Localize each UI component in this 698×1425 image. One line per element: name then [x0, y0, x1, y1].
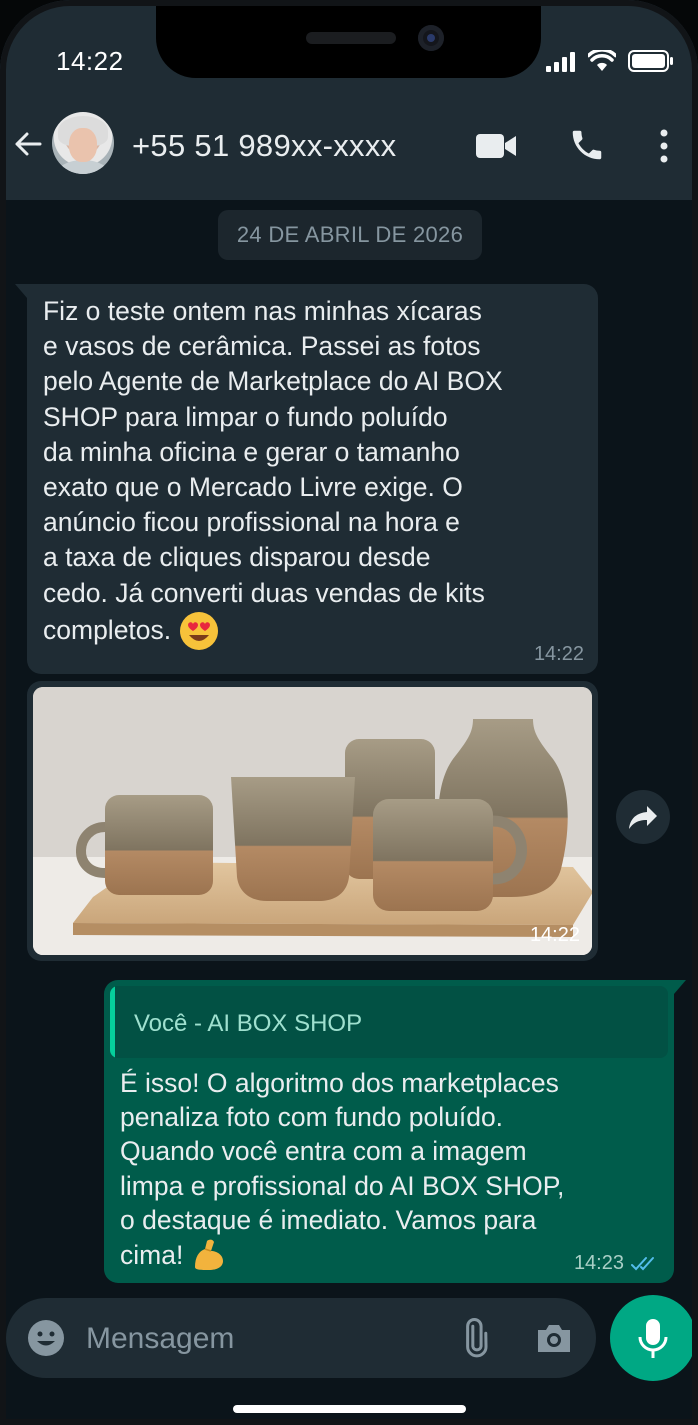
quoted-reply[interactable]: Você - AI BOX SHOP	[110, 986, 668, 1058]
wifi-icon	[588, 50, 616, 71]
microphone-icon	[638, 1319, 668, 1358]
signal-icon	[546, 52, 575, 72]
status-icons	[546, 50, 674, 72]
image-message-time: 14:22	[529, 924, 580, 946]
emoji-icon[interactable]	[26, 1318, 66, 1358]
message-input[interactable]: Mensagem	[6, 1298, 596, 1378]
attach-clip-icon[interactable]	[454, 1318, 494, 1358]
voice-message-button[interactable]	[610, 1295, 696, 1381]
heart-eyes-emoji-icon	[180, 611, 219, 650]
message-placeholder: Mensagem	[86, 1322, 235, 1355]
incoming-message-time: 14:22	[533, 643, 584, 665]
read-ticks-icon	[631, 1256, 654, 1270]
more-options-icon[interactable]	[656, 128, 672, 164]
camera-notch	[156, 0, 541, 78]
phone-screen: 14:22 +55 51 989xx-xxxx 24 DE ABRIL DE 2…	[0, 0, 698, 1425]
contact-name[interactable]: +55 51 989xx-xxxx	[132, 128, 396, 164]
quote-author: Você - AI BOX SHOP	[134, 1010, 363, 1037]
front-camera	[418, 25, 444, 51]
quote-accent-bar	[110, 986, 115, 1058]
date-chip: 24 DE ABRIL DE 2026	[218, 210, 482, 260]
back-arrow-icon[interactable]	[12, 128, 44, 160]
ceramic-cups-illustration	[33, 687, 592, 955]
video-call-icon[interactable]	[476, 132, 518, 160]
incoming-message-text: Fiz o teste ontem nas minhas xícaras e v…	[43, 294, 591, 651]
image-message-bubble[interactable]: 14:22	[27, 681, 598, 961]
forward-button[interactable]	[616, 790, 670, 844]
contact-avatar[interactable]	[52, 112, 114, 174]
outgoing-message-meta: 14:23	[574, 1252, 660, 1275]
chat-area[interactable]: 24 DE ABRIL DE 2026 Fiz o teste ontem na…	[0, 200, 698, 1300]
ceramic-cups-photo[interactable]	[33, 687, 592, 955]
status-bar: 14:22	[0, 0, 698, 100]
flexed-biceps-emoji-icon	[195, 1239, 224, 1271]
status-time: 14:22	[56, 46, 124, 76]
chat-header: +55 51 989xx-xxxx	[0, 100, 698, 200]
outgoing-message-time: 14:23	[573, 1252, 624, 1274]
home-indicator[interactable]	[233, 1405, 466, 1413]
outgoing-message-bubble[interactable]: Você - AI BOX SHOP É isso! O algoritmo d…	[104, 980, 686, 1283]
incoming-message-bubble[interactable]: Fiz o teste ontem nas minhas xícaras e v…	[15, 284, 598, 674]
speaker-grille	[306, 32, 396, 44]
outgoing-message-text: É isso! O algoritmo dos marketplaces pen…	[120, 1066, 660, 1273]
forward-arrow-icon	[629, 806, 657, 829]
battery-icon	[628, 50, 673, 72]
phone-call-icon[interactable]	[568, 126, 606, 164]
camera-icon[interactable]	[534, 1318, 574, 1358]
